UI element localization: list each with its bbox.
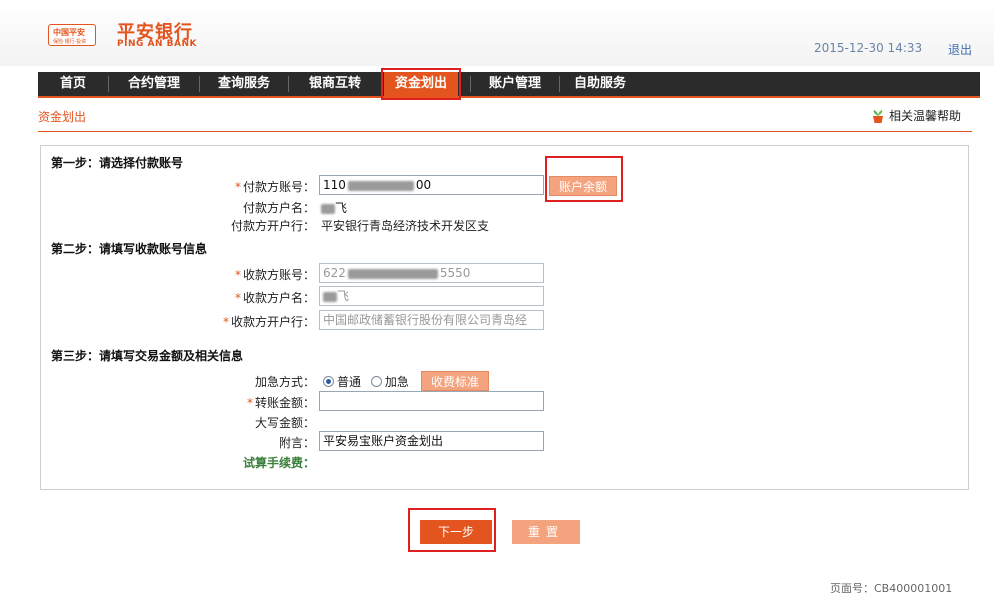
breadcrumb: 资金划出 (38, 110, 87, 124)
nav-item-home[interactable]: 首页 (38, 72, 108, 96)
radio-checked-icon (323, 376, 334, 387)
payer-bank-label: 付款方开户行： (230, 219, 315, 233)
logo-badge-subtext: 保险·银行·投资 (53, 39, 87, 45)
amount-label: * 转账金额： (246, 396, 315, 410)
nav-item-query[interactable]: 查询服务 (200, 72, 288, 96)
pingan-logo-badge: 中国平安 保险·银行·投资 (48, 24, 96, 46)
payee-name-input[interactable]: 飞 (319, 286, 544, 306)
payee-account-label: * 收款方账号： (234, 268, 315, 282)
nav-item-funds-out[interactable]: 资金划出 (384, 72, 458, 96)
payee-account-input[interactable]: 622 5550 (319, 263, 544, 283)
account-balance-button[interactable]: 账户余额 (549, 176, 617, 196)
nav-item-contract[interactable]: 合约管理 (109, 72, 199, 96)
amount-upper-label: 大写金额： (254, 416, 315, 430)
bank-logo-english: PING AN BANK (117, 39, 197, 49)
nav-item-account[interactable]: 账户管理 (471, 72, 559, 96)
next-step-button[interactable]: 下一步 (420, 520, 492, 544)
urgency-urgent-radio[interactable]: 加急 (370, 375, 409, 389)
urgency-options: 普通 加急 (323, 373, 409, 390)
urgency-normal-radio[interactable]: 普通 (323, 375, 361, 389)
remark-input[interactable]: 平安易宝账户资金划出 (319, 431, 544, 451)
fee-standard-button[interactable]: 收费标准 (421, 371, 489, 391)
amount-input[interactable] (319, 391, 544, 411)
page-number: 页面号：CB400001001 (830, 582, 953, 593)
urgency-label: 加急方式： (254, 375, 315, 389)
reset-button[interactable]: 重置 (512, 520, 580, 544)
payee-bank-label: * 收款方开户行： (222, 315, 315, 329)
nav-item-self-service[interactable]: 自助服务 (560, 72, 640, 96)
step3-title: 第三步：请填写交易金额及相关信息 (51, 349, 244, 363)
payee-name-label: * 收款方户名： (234, 291, 315, 305)
breadcrumb-divider (38, 131, 972, 132)
transfer-form: 第一步：请选择付款账号 * 付款方账号： 110 00 账户余额 付款方户名： 飞 … (40, 145, 969, 490)
step2-title: 第二步：请填写收款账号信息 (51, 242, 208, 256)
radio-unchecked-icon (370, 376, 382, 387)
remark-label: 附言： (278, 436, 315, 450)
header: 中国平安 保险·银行·投资 平安银行 PING AN BANK 2015-12-… (0, 0, 994, 66)
fee-calc-label: 试算手续费： (242, 456, 315, 470)
payer-account-select[interactable]: 110 00 (319, 175, 544, 195)
payer-account-label: * 付款方账号： (234, 180, 315, 194)
payer-bank-value: 平安银行青岛经济技术开发区支 (321, 219, 490, 233)
nav-item-bank-transfer[interactable]: 银商互转 (289, 72, 381, 96)
payer-name-label: 付款方户名： (242, 201, 315, 215)
current-datetime: 2015-12-30 14:33 (814, 41, 923, 55)
main-nav: 首页 合约管理 查询服务 银商互转 资金划出 账户管理 自助服务 (38, 72, 980, 98)
plant-pot-icon (873, 109, 883, 123)
logout-link[interactable]: 退出 (948, 41, 972, 58)
step1-title: 第一步：请选择付款账号 (51, 156, 184, 170)
payee-bank-input[interactable]: 中国邮政储蓄银行股份有限公司青岛经 (319, 310, 544, 330)
help-link[interactable]: 相关温馨帮助 (870, 107, 961, 124)
help-label: 相关温馨帮助 (889, 109, 962, 123)
logo-badge-text: 中国平安 (53, 28, 85, 37)
payer-name-value: 飞 (321, 199, 347, 216)
